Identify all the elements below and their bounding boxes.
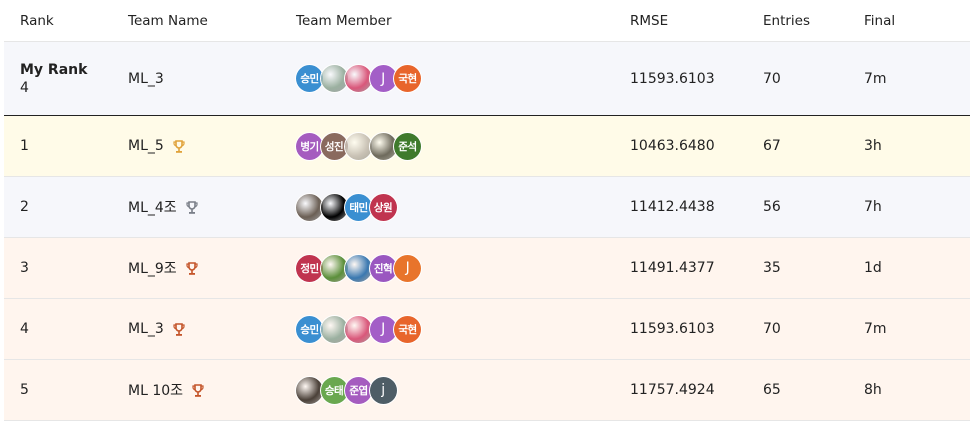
my-rank-final: 7m bbox=[864, 70, 887, 87]
avatar[interactable]: 정민 bbox=[296, 254, 323, 282]
my-rank-value: 4 bbox=[20, 79, 29, 96]
avatar-photo[interactable] bbox=[320, 254, 348, 282]
entries-cell: 67 bbox=[763, 138, 781, 154]
team-members-cell: 정민 진혁 J bbox=[296, 238, 616, 298]
avatar[interactable]: 병기 bbox=[296, 132, 323, 160]
rmse-cell: 11412.4438 bbox=[630, 199, 715, 215]
final-cell: 7m bbox=[864, 321, 887, 337]
team-name-cell[interactable]: ML_3 bbox=[128, 299, 288, 359]
rmse-cell: 11757.4924 bbox=[630, 382, 715, 398]
team-name-text: ML_9조 bbox=[128, 261, 177, 277]
team-name-text: ML_5 bbox=[128, 138, 164, 154]
my-rank-label: My Rank bbox=[20, 61, 88, 78]
avatar-group: 승태 준엽 j bbox=[296, 376, 397, 404]
avatar[interactable]: J bbox=[394, 254, 421, 282]
avatar[interactable]: 태민 bbox=[345, 193, 372, 221]
rmse-cell: 11491.4377 bbox=[630, 260, 715, 276]
avatar[interactable]: j bbox=[369, 376, 397, 404]
team-name-text: ML_3 bbox=[128, 321, 164, 337]
avatar[interactable]: 성진 bbox=[320, 132, 348, 160]
avatar-photo[interactable] bbox=[320, 193, 348, 221]
avatar-group: 승민 J 국현 bbox=[296, 315, 421, 343]
team-members-cell: 태민 상원 bbox=[296, 177, 616, 237]
header-entries[interactable]: Entries bbox=[763, 0, 843, 41]
table-row[interactable]: 4 ML_3 승민 J 국현 11593.6103 70 7m bbox=[4, 299, 970, 360]
team-name-text: ML 10조 bbox=[128, 383, 184, 399]
avatar-photo[interactable] bbox=[296, 193, 323, 221]
entries-cell: 70 bbox=[763, 321, 781, 337]
avatar-photo[interactable] bbox=[320, 65, 348, 92]
team-name-text: ML_4조 bbox=[128, 200, 177, 216]
avatar[interactable]: 상원 bbox=[369, 193, 397, 221]
avatar-photo[interactable] bbox=[369, 132, 397, 160]
table-row[interactable]: 5 ML 10조 승태 준엽 j 11757.4924 65 8h bbox=[4, 360, 970, 421]
leaderboard-table: Rank Team Name Team Member RMSE Entries … bbox=[4, 0, 970, 421]
team-name-text: ML_3 bbox=[128, 70, 164, 87]
avatar[interactable]: 승태 bbox=[320, 376, 348, 404]
team-name-cell[interactable]: ML_4조 bbox=[128, 177, 288, 237]
avatar-group: 승민 J 국현 bbox=[296, 65, 421, 92]
table-row[interactable]: 2 ML_4조 태민 상원 11412.4438 56 7h bbox=[4, 177, 970, 238]
avatar-group: 병기 성진 준석 bbox=[296, 132, 421, 160]
header-team-member: Team Member bbox=[296, 12, 392, 29]
rmse-cell: 11593.6103 bbox=[630, 321, 715, 337]
avatar[interactable]: 준엽 bbox=[345, 376, 372, 404]
header-final[interactable]: Final bbox=[864, 0, 944, 41]
avatar[interactable]: 국현 bbox=[394, 65, 421, 92]
header-rmse[interactable]: RMSE bbox=[630, 0, 750, 41]
avatar[interactable]: J bbox=[369, 65, 397, 92]
avatar-photo[interactable] bbox=[320, 315, 348, 343]
team-members-cell: 승태 준엽 j bbox=[296, 360, 616, 420]
my-rank-members: 승민 J 국현 bbox=[296, 42, 616, 115]
trophy-icon bbox=[192, 384, 204, 398]
avatar-photo[interactable] bbox=[345, 315, 372, 343]
header-rank[interactable]: Rank bbox=[20, 0, 120, 41]
team-members-cell: 병기 성진 준석 bbox=[296, 116, 616, 176]
trophy-icon bbox=[173, 140, 185, 154]
avatar[interactable]: J bbox=[369, 315, 397, 343]
trophy-icon bbox=[173, 323, 185, 337]
final-cell: 3h bbox=[864, 138, 882, 154]
team-name-cell[interactable]: ML 10조 bbox=[128, 360, 288, 420]
table-row[interactable]: 3 ML_9조 정민 진혁 J 11491.4377 35 1d bbox=[4, 238, 970, 299]
trophy-icon bbox=[186, 262, 198, 276]
rank-cell: 4 bbox=[20, 321, 29, 337]
rank-cell: 2 bbox=[20, 199, 29, 215]
rank-cell: 5 bbox=[20, 382, 29, 398]
rank-cell: 1 bbox=[20, 138, 29, 154]
entries-cell: 56 bbox=[763, 199, 781, 215]
avatar[interactable]: 진혁 bbox=[369, 254, 397, 282]
avatar-photo[interactable] bbox=[345, 65, 372, 92]
avatar-photo[interactable] bbox=[345, 132, 372, 160]
avatar-photo[interactable] bbox=[345, 254, 372, 282]
avatar-group: 태민 상원 bbox=[296, 193, 397, 221]
table-row[interactable]: 1 ML_5 병기 성진 준석 10463.6480 67 3h bbox=[4, 116, 970, 177]
my-rank-team-name[interactable]: ML_3 bbox=[128, 42, 288, 115]
team-name-cell[interactable]: ML_9조 bbox=[128, 238, 288, 298]
trophy-icon bbox=[186, 201, 198, 215]
team-name-cell[interactable]: ML_5 bbox=[128, 116, 288, 176]
rmse-cell: 10463.6480 bbox=[630, 138, 715, 154]
team-members-cell: 승민 J 국현 bbox=[296, 299, 616, 359]
final-cell: 7h bbox=[864, 199, 882, 215]
avatar[interactable]: 국현 bbox=[394, 315, 421, 343]
final-cell: 8h bbox=[864, 382, 882, 398]
header-team-name[interactable]: Team Name bbox=[128, 0, 288, 41]
entries-cell: 65 bbox=[763, 382, 781, 398]
avatar[interactable]: 준석 bbox=[394, 132, 421, 160]
my-rank-rmse: 11593.6103 bbox=[630, 70, 715, 87]
avatar[interactable]: 승민 bbox=[296, 315, 323, 343]
avatar[interactable]: 승민 bbox=[296, 65, 323, 92]
rank-cell: 3 bbox=[20, 260, 29, 276]
my-rank-entries: 70 bbox=[763, 70, 781, 87]
my-rank-row[interactable]: My Rank 4 ML_3 승민 J 국현 11593.6103 70 7m bbox=[4, 42, 970, 116]
avatar-photo[interactable] bbox=[296, 376, 323, 404]
entries-cell: 35 bbox=[763, 260, 781, 276]
final-cell: 1d bbox=[864, 260, 882, 276]
avatar-group: 정민 진혁 J bbox=[296, 254, 421, 282]
table-header: Rank Team Name Team Member RMSE Entries … bbox=[4, 0, 970, 42]
my-rank-cell: My Rank 4 bbox=[20, 42, 120, 115]
